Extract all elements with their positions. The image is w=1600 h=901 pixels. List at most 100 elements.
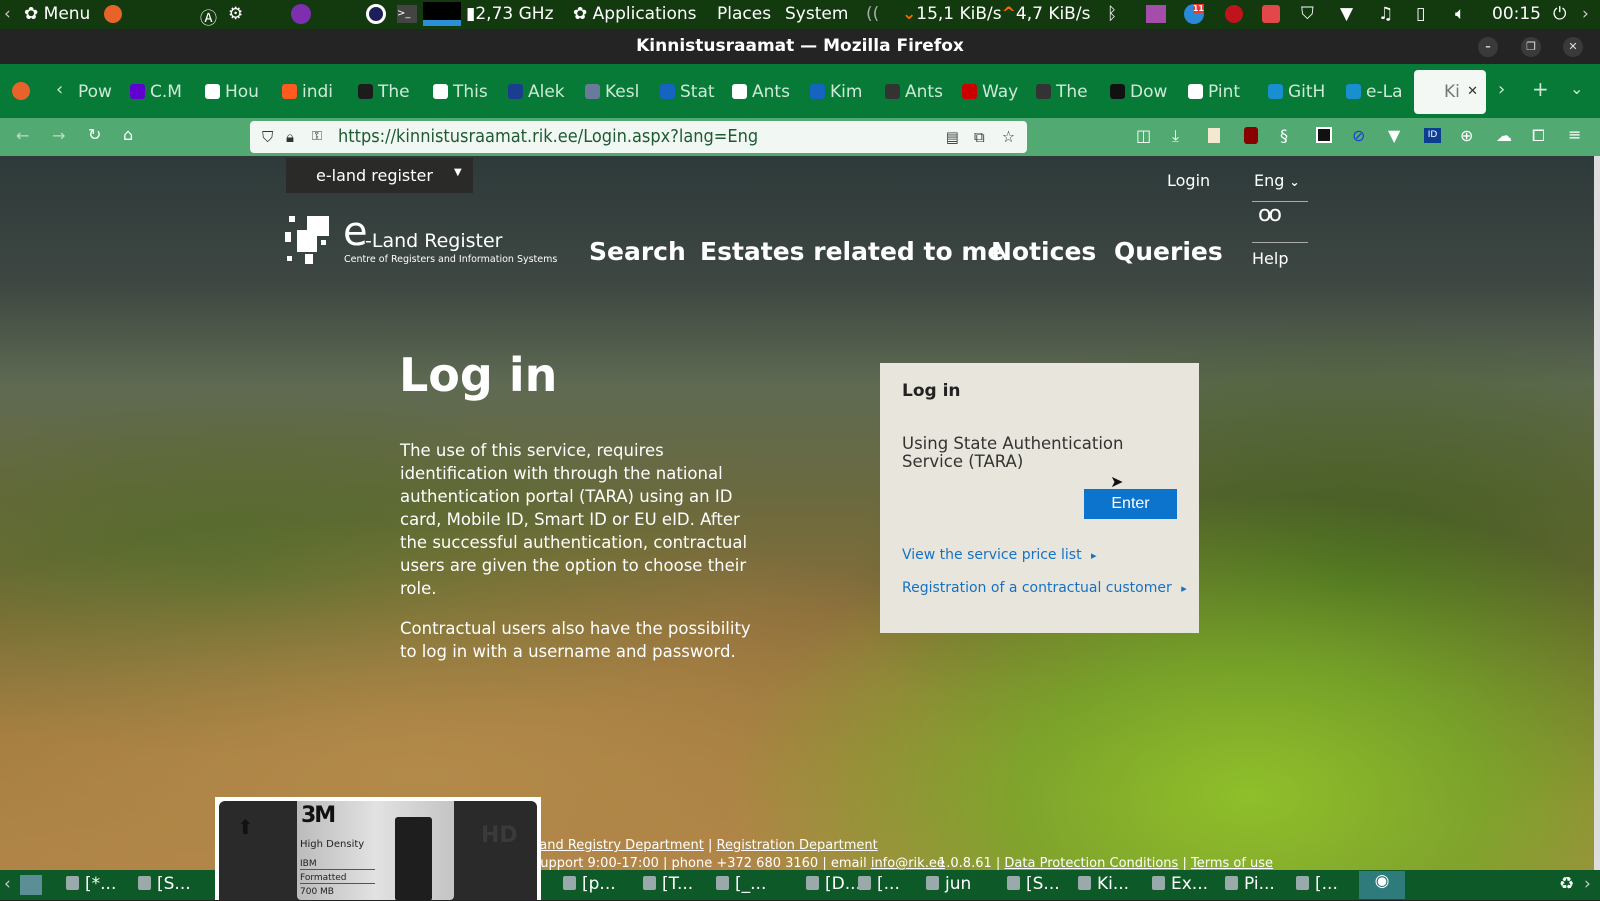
tracking-shield-icon[interactable]: ⛉ bbox=[262, 121, 273, 153]
tab[interactable]: Alek bbox=[508, 78, 570, 106]
page-scrollbar[interactable] bbox=[1594, 156, 1600, 870]
close-window-button[interactable]: ✕ bbox=[1563, 37, 1583, 57]
lock-icon[interactable]: 🔒︎ bbox=[286, 121, 294, 153]
home-button[interactable]: ⌂ bbox=[123, 125, 133, 144]
system-menu[interactable]: System bbox=[785, 4, 848, 24]
new-tab-button[interactable]: + bbox=[1532, 77, 1549, 101]
taskbar-item[interactable]: [... bbox=[858, 874, 900, 894]
shield-icon[interactable]: ⛉ bbox=[1301, 4, 1314, 24]
enter-button[interactable]: Enter bbox=[1084, 489, 1177, 519]
battery-icon[interactable]: ▯ bbox=[1416, 4, 1425, 24]
tab[interactable]: The bbox=[358, 78, 420, 106]
taskbar-item[interactable]: [S... bbox=[138, 874, 191, 894]
tab[interactable]: Hou bbox=[205, 78, 267, 106]
nav-queries[interactable]: Queries bbox=[1114, 237, 1223, 266]
tab[interactable]: indi bbox=[282, 78, 344, 106]
places-menu[interactable]: Places bbox=[717, 4, 771, 24]
extensions-icon[interactable]: ⧠ bbox=[1532, 126, 1545, 146]
extension-filter-icon[interactable]: ▼ bbox=[1388, 126, 1400, 145]
power-icon[interactable]: ⏻ bbox=[1553, 4, 1566, 24]
tab[interactable]: This bbox=[433, 78, 495, 106]
globe-extension-icon[interactable]: ⊕ bbox=[1460, 126, 1473, 145]
gears-icon[interactable]: ⚙ bbox=[228, 4, 243, 24]
id-extension-icon[interactable]: ID bbox=[1424, 128, 1441, 143]
firefox-view-icon[interactable] bbox=[12, 82, 30, 100]
reload-button[interactable]: ↻ bbox=[88, 125, 101, 144]
maximize-button[interactable]: ❐ bbox=[1521, 37, 1541, 57]
block-icon[interactable] bbox=[1262, 5, 1280, 23]
translate-icon[interactable]: ⧉ bbox=[974, 121, 985, 153]
language-select[interactable]: Eng ⌄ bbox=[1254, 171, 1300, 190]
downloads-icon[interactable]: ⤓ bbox=[1172, 126, 1179, 146]
tab[interactable]: Dow bbox=[1110, 78, 1172, 106]
firefox-task-active[interactable]: ◉ bbox=[1359, 871, 1405, 899]
accessibility-glasses-icon[interactable]: oo bbox=[1258, 202, 1282, 227]
tor-icon[interactable] bbox=[291, 4, 311, 24]
taskbar-scroll-left[interactable]: ‹ bbox=[4, 874, 11, 894]
taskbar-item[interactable]: [_... bbox=[716, 874, 766, 894]
url-text[interactable]: https://kinnistusraamat.rik.ee/Login.asp… bbox=[338, 126, 758, 147]
extension-note-icon[interactable] bbox=[1208, 128, 1220, 143]
close-tab-icon[interactable]: ✕ bbox=[1467, 70, 1478, 114]
tab[interactable]: Way bbox=[962, 78, 1024, 106]
taskbar-item[interactable]: [T... bbox=[643, 874, 693, 894]
price-list-link[interactable]: View the service price list bbox=[902, 547, 1097, 563]
tab-list-button[interactable]: ⌄ bbox=[1570, 79, 1583, 98]
tab[interactable]: Ants bbox=[732, 78, 794, 106]
bookmark-star-icon[interactable]: ☆ bbox=[1002, 121, 1015, 153]
floppy-disk-widget[interactable]: 3M High Density IBM Formatted 700 MB ⬆ H… bbox=[215, 797, 541, 901]
tab[interactable]: GitH bbox=[1268, 78, 1330, 106]
firefox-launcher-icon[interactable] bbox=[104, 5, 122, 23]
taskbar-item[interactable]: [... bbox=[1296, 874, 1338, 894]
taskbar-item[interactable]: [*... bbox=[66, 874, 116, 894]
email-link[interactable]: info@rik.ee bbox=[871, 856, 945, 870]
record-icon[interactable] bbox=[1225, 5, 1243, 23]
forward-button[interactable]: → bbox=[52, 126, 65, 145]
login-link[interactable]: Login bbox=[1167, 171, 1210, 190]
reader-view-icon[interactable]: ▤ bbox=[946, 121, 959, 153]
back-button[interactable]: ← bbox=[16, 126, 29, 145]
taskbar-item[interactable]: jun bbox=[926, 874, 971, 894]
site-logo[interactable]: e -Land Register Centre of Registers and… bbox=[285, 212, 565, 266]
opera-icon[interactable] bbox=[366, 4, 386, 24]
extension-rings-icon[interactable]: ⊘ bbox=[1352, 126, 1365, 145]
registration-department-link[interactable]: Registration Department bbox=[717, 838, 878, 853]
register-select[interactable]: e-land register ▼ bbox=[286, 158, 473, 193]
extension-link-icon[interactable]: § bbox=[1280, 126, 1288, 145]
tab[interactable]: e-La bbox=[1346, 78, 1408, 106]
taskbar-item[interactable]: [S... bbox=[1007, 874, 1060, 894]
telegram-tray-icon[interactable]: 11 bbox=[1184, 4, 1204, 24]
app-menu-icon[interactable]: ≡ bbox=[1568, 125, 1581, 144]
network-icon[interactable]: ▼ bbox=[1340, 4, 1353, 24]
help-link[interactable]: Help bbox=[1252, 249, 1288, 268]
taskbar-item[interactable]: Pi... bbox=[1225, 874, 1275, 894]
tab[interactable]: Stat bbox=[660, 78, 722, 106]
extension-cloud-icon[interactable]: ☁ bbox=[1496, 126, 1512, 145]
tab[interactable]: Ants bbox=[885, 78, 947, 106]
taskbar-item[interactable]: Ex... bbox=[1152, 874, 1208, 894]
pocket-icon[interactable]: ◫ bbox=[1136, 126, 1151, 145]
taskbar-scroll-right[interactable]: › bbox=[1584, 874, 1591, 894]
system-monitor-graph[interactable] bbox=[423, 2, 461, 26]
show-desktop-button[interactable] bbox=[20, 875, 42, 895]
taskbar-item[interactable]: [D... bbox=[806, 874, 861, 894]
data-protection-link[interactable]: Data Protection Conditions bbox=[1004, 856, 1178, 870]
land-registry-department-link[interactable]: Land Registry Department bbox=[532, 838, 704, 853]
tabs-scroll-left[interactable]: ‹ bbox=[56, 79, 63, 100]
tab[interactable]: C.M bbox=[130, 78, 192, 106]
contractual-customer-registration-link[interactable]: Registration of a contractual customer bbox=[902, 580, 1187, 596]
tab[interactable]: Kesl bbox=[585, 78, 647, 106]
taskbar-item[interactable]: Ki... bbox=[1078, 874, 1129, 894]
menu-button[interactable]: ✿ Menu bbox=[24, 4, 90, 24]
nav-search[interactable]: Search bbox=[589, 237, 686, 266]
tabs-scroll-right[interactable]: › bbox=[1498, 79, 1505, 100]
tab[interactable]: The bbox=[1036, 78, 1098, 106]
volume-icon[interactable]: 🔈︎ bbox=[1455, 4, 1465, 24]
extension-calendar-icon[interactable] bbox=[1316, 127, 1332, 143]
tab[interactable]: Pint bbox=[1188, 78, 1250, 106]
terms-link[interactable]: Terms of use bbox=[1191, 856, 1273, 870]
applications-menu[interactable]: ✿ Applications bbox=[573, 4, 697, 24]
notification-bell-icon[interactable]: ♫ bbox=[1378, 4, 1393, 24]
audio-app-icon[interactable] bbox=[1146, 5, 1166, 23]
taskbar-item[interactable]: [p... bbox=[563, 874, 616, 894]
